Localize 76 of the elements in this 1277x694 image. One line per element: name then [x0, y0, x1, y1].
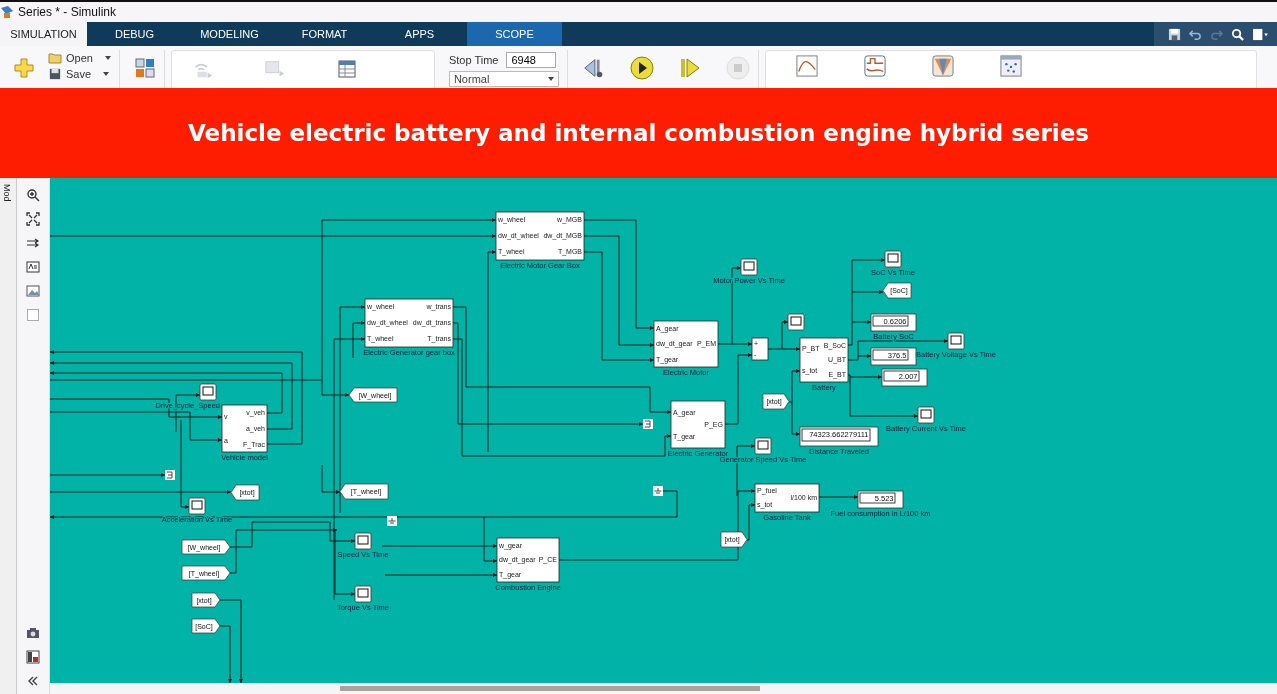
- scope-block[interactable]: [787, 313, 805, 331]
- from-tag[interactable]: [191, 592, 221, 608]
- dotted-panel-icon[interactable]: [999, 55, 1022, 77]
- stop-time-label: Stop Time: [448, 54, 499, 66]
- scope-block[interactable]: [354, 585, 372, 603]
- app-icon: [0, 5, 14, 19]
- search-icon[interactable]: [1231, 27, 1244, 41]
- subsystem-block[interactable]: [496, 537, 560, 583]
- annotation-icon[interactable]: [26, 260, 40, 274]
- simulation-mode-dropdown[interactable]: Normal: [448, 71, 559, 87]
- caret-icon: [104, 56, 111, 60]
- stop-time-field[interactable]: 6948: [506, 52, 557, 68]
- ribbon-tab[interactable]: DEBUG: [87, 22, 182, 46]
- ribbon-tab[interactable]: SIMULATION: [0, 22, 87, 46]
- caret-icon: [547, 77, 554, 81]
- scope-block[interactable]: [884, 250, 902, 268]
- fit-view-icon[interactable]: [26, 212, 40, 226]
- subsystem-block[interactable]: [495, 211, 585, 261]
- from-tag[interactable]: [762, 393, 790, 410]
- from-tag[interactable]: [181, 539, 231, 555]
- waveform-icon[interactable]: [863, 55, 886, 77]
- subsystem-block[interactable]: [653, 320, 719, 368]
- run-icon[interactable]: [629, 56, 654, 80]
- display-block[interactable]: [857, 490, 904, 509]
- banner-title: Vehicle electric battery and internal combustion engine hybrid series: [188, 120, 1089, 146]
- document-dropdown-icon[interactable]: [1252, 27, 1269, 41]
- camera-icon[interactable]: [26, 626, 40, 640]
- scrollbar-thumb[interactable]: [340, 686, 760, 691]
- ribbon-tab[interactable]: MODELING: [182, 22, 277, 46]
- image-icon[interactable]: [26, 284, 40, 298]
- display-block[interactable]: [870, 347, 917, 366]
- save-icon[interactable]: [1168, 27, 1181, 41]
- ribbon-tab[interactable]: APPS: [372, 22, 467, 46]
- scope-block[interactable]: [740, 258, 758, 276]
- goto-tag[interactable]: [230, 484, 260, 501]
- floppy-icon: [48, 68, 62, 80]
- arrows-icon[interactable]: [26, 236, 40, 250]
- subsystem-block[interactable]: [754, 483, 820, 513]
- subsystem-block[interactable]: [364, 298, 454, 348]
- from-tag[interactable]: [720, 531, 748, 548]
- scope-block[interactable]: [199, 383, 217, 401]
- chart-icon[interactable]: [795, 55, 818, 77]
- collapse-icon[interactable]: [26, 674, 40, 688]
- scope-block[interactable]: [754, 437, 772, 455]
- scope-block[interactable]: [354, 532, 372, 550]
- scope-block[interactable]: [947, 332, 965, 350]
- model-canvas[interactable]: [50, 178, 1277, 683]
- folder-icon: [48, 52, 62, 64]
- goto-tag[interactable]: [348, 387, 398, 403]
- sum-block[interactable]: [751, 337, 769, 361]
- from-tag[interactable]: [191, 618, 221, 634]
- library-grid-icon[interactable]: [133, 58, 156, 78]
- display-block[interactable]: [799, 426, 879, 447]
- subsystem-block[interactable]: [799, 337, 849, 383]
- ribbon-tab[interactable]: FORMAT: [277, 22, 372, 46]
- window-title: Series * - Simulink: [18, 5, 117, 19]
- scope-block[interactable]: [188, 497, 206, 515]
- panel-icon[interactable]: [26, 650, 40, 664]
- goto-tag[interactable]: [882, 282, 912, 299]
- save-button[interactable]: Save: [48, 68, 111, 80]
- terminator-block[interactable]: [643, 419, 653, 429]
- table-icon[interactable]: [335, 59, 358, 79]
- fan-view-icon[interactable]: [931, 55, 954, 77]
- terminator-block[interactable]: [165, 470, 175, 480]
- caret-icon: [103, 72, 110, 76]
- display-block[interactable]: [881, 368, 928, 387]
- side-panel-label[interactable]: Mod: [2, 184, 12, 202]
- scope-block[interactable]: [917, 406, 935, 424]
- open-button[interactable]: Open: [48, 52, 111, 64]
- subsystem-block[interactable]: [221, 404, 268, 453]
- goto-tag[interactable]: [339, 483, 389, 500]
- ribbon-tab[interactable]: SCOPE: [467, 22, 562, 46]
- zoom-in-icon[interactable]: [26, 188, 40, 202]
- from-tag[interactable]: [181, 565, 231, 581]
- display-block[interactable]: [870, 313, 917, 332]
- subsystem-block[interactable]: [670, 400, 726, 449]
